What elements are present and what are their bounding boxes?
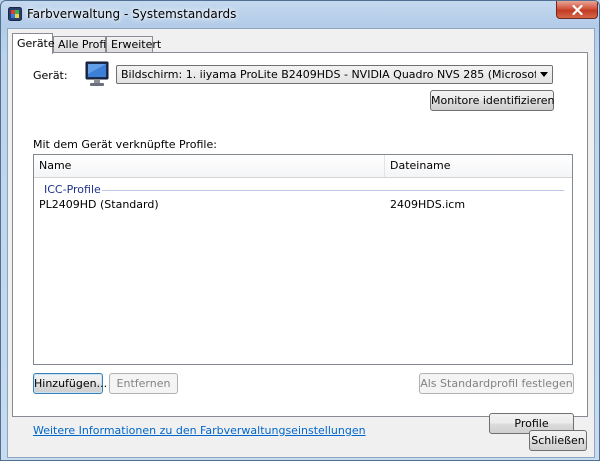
- device-select[interactable]: Bildschirm: 1. iiyama ProLite B2409HDS -…: [116, 65, 553, 84]
- device-label: Gerät:: [33, 69, 68, 82]
- tab-advanced[interactable]: Erweitert: [106, 36, 161, 53]
- devices-tab-panel: Gerät: Bildschirm: 1. iiyama ProLite B24…: [12, 52, 588, 437]
- tab-devices[interactable]: Geräte: [12, 33, 55, 54]
- tab-all-profiles[interactable]: Alle Profile: [53, 36, 116, 53]
- device-select-value: Bildschirm: 1. iiyama ProLite B2409HDS -…: [121, 68, 552, 81]
- list-header: Name Dateiname: [34, 155, 572, 178]
- column-header-name[interactable]: Name: [34, 155, 385, 177]
- profile-filename: 2409HDS.icm: [390, 198, 466, 211]
- window-title: Farbverwaltung - Systemstandards: [27, 7, 237, 21]
- chevron-down-icon[interactable]: [536, 66, 552, 83]
- close-icon: [572, 5, 583, 15]
- more-info-link[interactable]: Weitere Informationen zu den Farbverwalt…: [33, 424, 366, 437]
- set-default-profile-button[interactable]: Als Standardprofil festlegen: [419, 373, 574, 394]
- column-header-filename[interactable]: Dateiname: [385, 155, 572, 177]
- dialog-client-area: Geräte Alle Profile Erweitert Gerät: Bil…: [7, 28, 595, 458]
- group-header-icc-profiles: ICC-Profile: [44, 183, 101, 196]
- close-button[interactable]: Schließen: [529, 430, 587, 451]
- remove-button[interactable]: Entfernen: [109, 373, 178, 394]
- add-button[interactable]: Hinzufügen...: [33, 373, 107, 394]
- profiles-list[interactable]: Name Dateiname ICC-Profile PL2409HD (Sta…: [33, 154, 573, 365]
- window: Farbverwaltung - Systemstandards Geräte …: [0, 0, 600, 461]
- color-management-icon: [8, 7, 22, 21]
- group-divider: [102, 190, 564, 191]
- profiles-section-label: Mit dem Gerät verknüpfte Profile:: [33, 138, 217, 151]
- identify-monitors-button[interactable]: Monitore identifizieren: [430, 90, 555, 111]
- title-bar[interactable]: Farbverwaltung - Systemstandards: [1, 1, 599, 27]
- window-close-button[interactable]: [556, 1, 598, 19]
- profile-name: PL2409HD (Standard): [39, 198, 159, 211]
- monitor-icon: [83, 60, 113, 90]
